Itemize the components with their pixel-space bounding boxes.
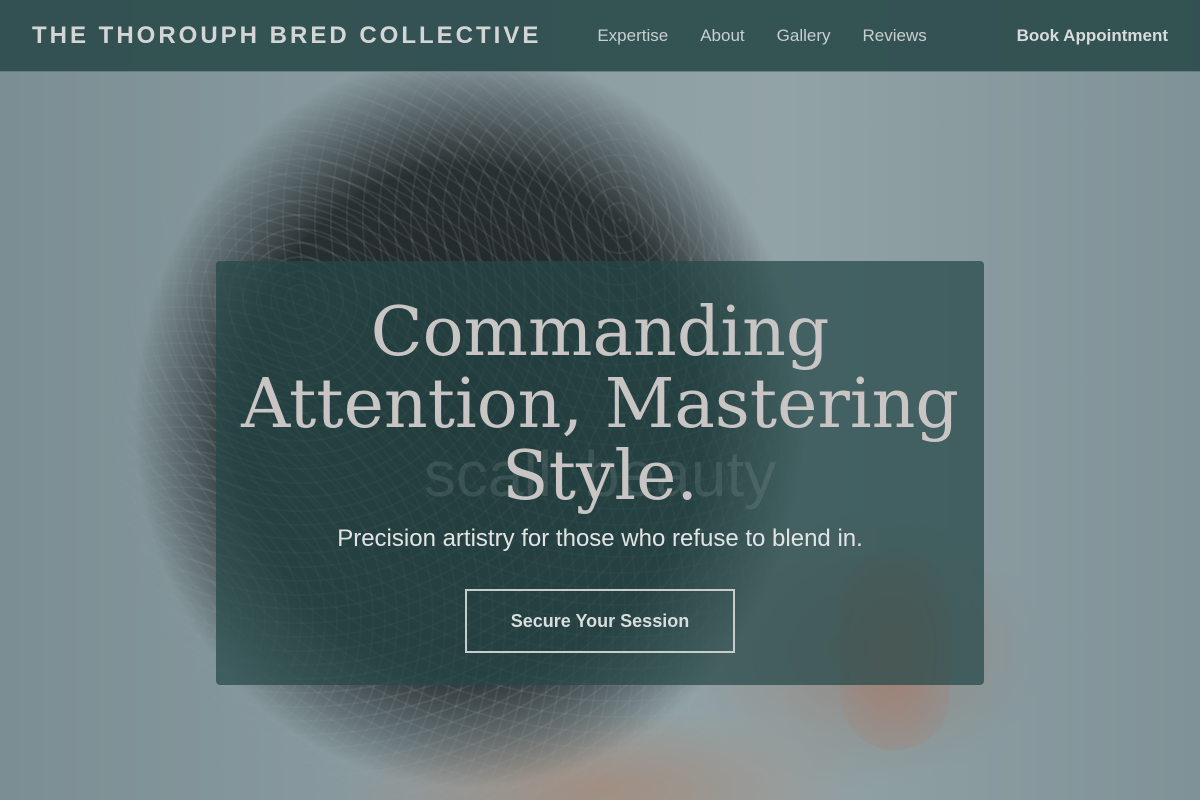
brand-logo-text[interactable]: THE THOROUPH BRED COLLECTIVE <box>32 22 541 50</box>
book-appointment-link[interactable]: Book Appointment <box>1017 26 1168 46</box>
nav-link-expertise[interactable]: Expertise <box>597 26 668 46</box>
hero-title-line-2: Attention, Mastering <box>241 365 959 444</box>
top-navbar: THE THOROUPH BRED COLLECTIVE Expertise A… <box>0 0 1200 72</box>
secure-session-button[interactable]: Secure Your Session <box>465 589 735 653</box>
nav-link-gallery[interactable]: Gallery <box>777 26 831 46</box>
nav-link-about[interactable]: About <box>700 26 744 46</box>
landing-page: THE THOROUPH BRED COLLECTIVE Expertise A… <box>0 0 1200 800</box>
hero-title-line-1: Commanding <box>370 293 830 372</box>
nav-link-reviews[interactable]: Reviews <box>863 26 927 46</box>
hero-title: Commanding Attention, Mastering Style. <box>216 297 984 513</box>
main-nav: Expertise About Gallery Reviews <box>597 26 926 46</box>
hero-card: scalli beauty Commanding Attention, Mast… <box>216 261 984 685</box>
hero-subtitle: Precision artistry for those who refuse … <box>337 525 863 552</box>
hero-title-line-3: Style. <box>502 437 698 516</box>
